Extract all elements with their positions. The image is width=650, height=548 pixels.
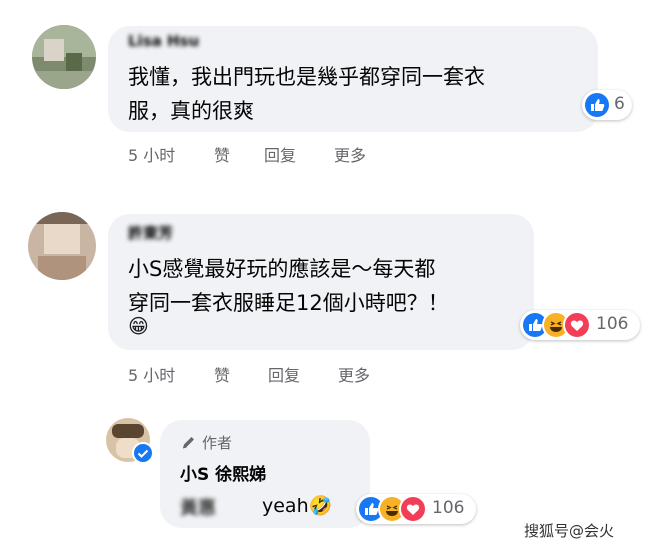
verified-icon (132, 442, 154, 464)
comment-text: 我懂，我出門玩也是幾乎都穿同一套衣 服，真的很爽 (128, 65, 485, 123)
like-button[interactable]: 赞 (214, 362, 230, 386)
reaction-summary[interactable]: 106 (520, 310, 640, 340)
comment-time[interactable]: 5 小时 (128, 142, 175, 166)
comment-text: 小S感覺最好玩的應該是～每天都 穿同一套衣服睡足12個小時吧？！ (128, 257, 449, 315)
love-icon (563, 311, 591, 339)
reaction-count: 106 (596, 314, 629, 334)
grin-emoji: 😁 (128, 314, 149, 338)
like-button[interactable]: 赞 (214, 142, 230, 166)
reaction-count: 6 (614, 94, 625, 114)
more-button[interactable]: 更多 (334, 142, 366, 166)
reply-text: yeah🤣 (262, 495, 333, 517)
comment-author[interactable]: Lisa Hsu (128, 32, 199, 50)
avatar[interactable] (32, 25, 96, 89)
like-icon (585, 93, 609, 117)
reply-button[interactable]: 回复 (264, 142, 296, 166)
more-button[interactable]: 更多 (338, 362, 370, 386)
mention-tag[interactable]: 黃惠 (180, 494, 216, 520)
reaction-summary[interactable]: 6 (582, 90, 632, 120)
watermark: 搜狐号@会火 (524, 522, 615, 540)
author-badge-label: 作者 (202, 434, 233, 452)
reply-author[interactable]: 小S 徐熙娣 (180, 460, 266, 485)
comment-author[interactable]: 許東芳 (128, 222, 173, 243)
avatar[interactable] (28, 212, 96, 280)
pencil-icon (180, 434, 198, 452)
comment-time[interactable]: 5 小时 (128, 362, 175, 386)
love-icon (399, 495, 427, 523)
reaction-summary[interactable]: 106 (356, 494, 476, 524)
reply-button[interactable]: 回复 (268, 362, 300, 386)
reaction-count: 106 (432, 498, 465, 518)
